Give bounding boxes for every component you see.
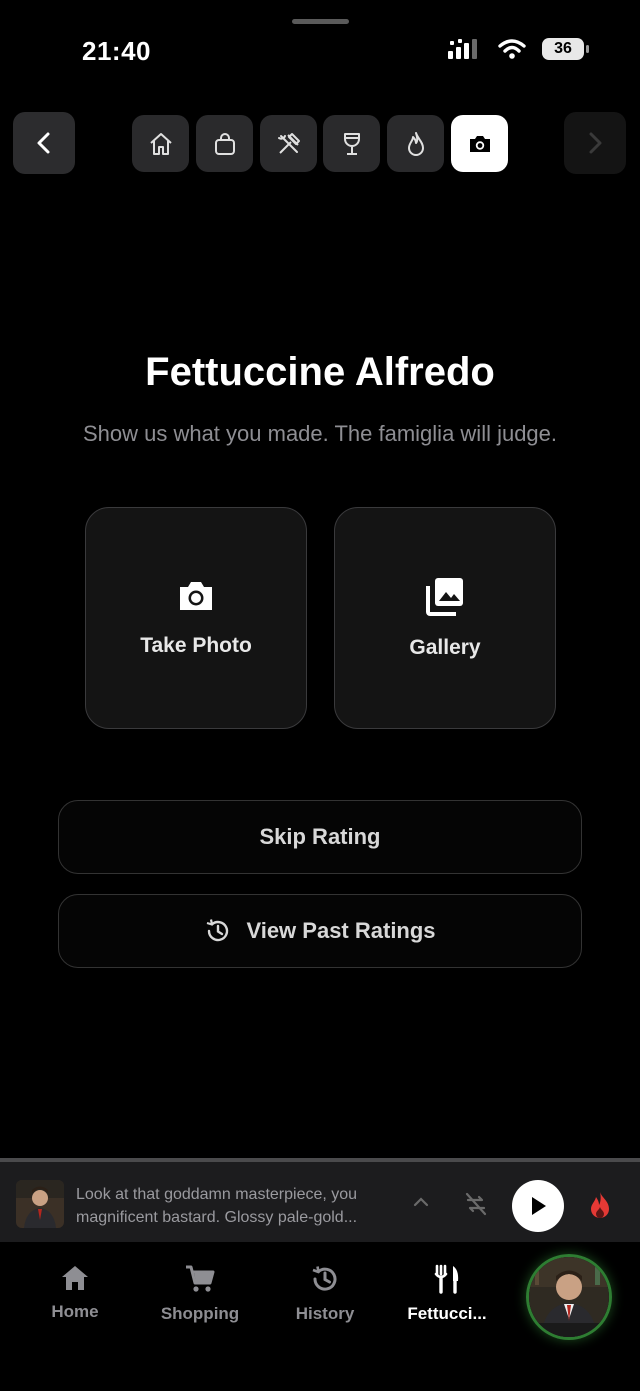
sheet-grabber[interactable] bbox=[292, 19, 349, 24]
wine-glass-icon bbox=[343, 132, 360, 155]
page-subtitle: Show us what you made. The famiglia will… bbox=[82, 421, 558, 446]
take-photo-label: Take Photo bbox=[140, 634, 252, 657]
history-icon bbox=[312, 1266, 337, 1291]
tab-shopping-label: Shopping bbox=[160, 1304, 240, 1323]
flame-icon bbox=[407, 131, 424, 156]
tab-bar: Home Shopping History Fettucci... bbox=[0, 1242, 640, 1391]
tab-history[interactable]: History bbox=[270, 1264, 380, 1324]
play-icon bbox=[532, 1197, 546, 1215]
step-serve[interactable] bbox=[323, 115, 380, 172]
narrator-thumbnail bbox=[16, 1180, 64, 1228]
forward-button[interactable] bbox=[564, 112, 626, 174]
gallery-label: Gallery bbox=[409, 636, 481, 659]
page-title: Fettuccine Alfredo bbox=[145, 350, 495, 394]
step-shopping[interactable] bbox=[196, 115, 253, 172]
status-icons: 36 bbox=[448, 38, 589, 60]
back-button[interactable] bbox=[13, 112, 75, 174]
player-caption-line2: magnificent bastard. Glossy pale-gold... bbox=[76, 1209, 358, 1226]
chevron-right-icon bbox=[589, 132, 602, 154]
play-button[interactable] bbox=[512, 1180, 564, 1232]
tab-home-label: Home bbox=[51, 1302, 99, 1321]
player-caption: Look at that goddamn masterpiece, you ma… bbox=[76, 1183, 396, 1229]
status-time: 21:40 bbox=[82, 36, 151, 66]
shopping-bag-icon bbox=[214, 132, 235, 155]
step-photo[interactable] bbox=[451, 115, 508, 172]
step-home[interactable] bbox=[132, 115, 189, 172]
tools-icon bbox=[277, 132, 300, 154]
gallery-icon bbox=[426, 578, 463, 616]
step-tools[interactable] bbox=[260, 115, 317, 172]
gallery-button[interactable]: Gallery bbox=[334, 507, 556, 729]
tab-shopping[interactable]: Shopping bbox=[145, 1264, 255, 1324]
narrator-avatar[interactable] bbox=[526, 1254, 612, 1340]
signal-icon bbox=[448, 39, 477, 59]
repeat-off-icon[interactable] bbox=[462, 1190, 490, 1218]
chevron-up-icon[interactable] bbox=[412, 1196, 430, 1208]
wifi-icon bbox=[498, 39, 526, 59]
mini-player[interactable]: Look at that goddamn masterpiece, you ma… bbox=[0, 1158, 640, 1242]
step-cook[interactable] bbox=[387, 115, 444, 172]
take-photo-button[interactable]: Take Photo bbox=[85, 507, 307, 729]
view-past-ratings-button[interactable]: View Past Ratings bbox=[58, 894, 582, 968]
tab-fettuccine-label: Fettucci... bbox=[407, 1304, 487, 1323]
tab-history-label: History bbox=[295, 1304, 355, 1323]
skip-rating-label: Skip Rating bbox=[259, 824, 381, 849]
player-caption-line1: Look at that goddamn masterpiece, you bbox=[76, 1186, 358, 1203]
tab-fettuccine[interactable]: Fettucci... bbox=[392, 1264, 502, 1324]
fork-knife-icon bbox=[434, 1264, 459, 1294]
camera-icon bbox=[180, 582, 212, 610]
view-past-ratings-label: View Past Ratings bbox=[246, 918, 436, 943]
camera-icon bbox=[469, 135, 490, 152]
tab-home[interactable]: Home bbox=[20, 1264, 130, 1322]
home-icon bbox=[149, 132, 172, 155]
flame-icon[interactable] bbox=[588, 1190, 612, 1220]
home-icon bbox=[62, 1266, 88, 1290]
skip-rating-button[interactable]: Skip Rating bbox=[58, 800, 582, 874]
history-icon bbox=[207, 919, 229, 942]
chevron-left-icon bbox=[37, 132, 50, 154]
battery-indicator: 36 bbox=[542, 38, 589, 60]
cart-icon bbox=[186, 1265, 215, 1292]
